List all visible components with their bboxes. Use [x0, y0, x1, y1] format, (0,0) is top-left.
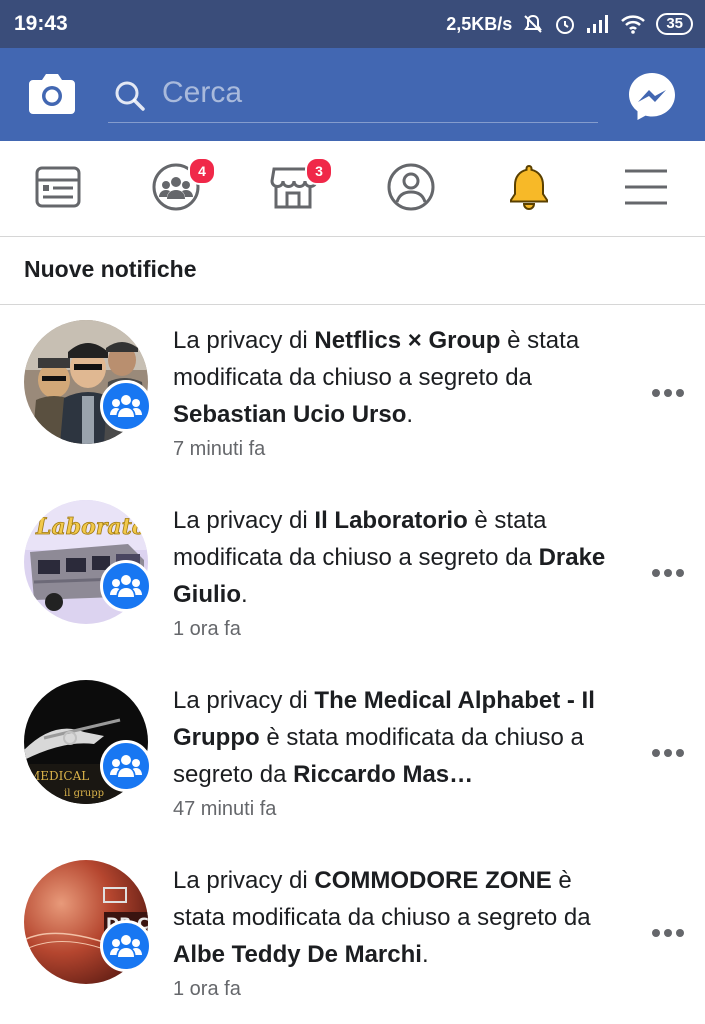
camera-icon[interactable]	[27, 70, 77, 116]
notification-item[interactable]: La privacy di Netflics × Group è stata m…	[0, 304, 705, 484]
section-title: Nuove notifiche	[24, 256, 197, 282]
notification-text: La privacy di Netflics × Group è stata m…	[173, 327, 580, 428]
battery-icon: 35	[656, 13, 693, 35]
tab-groups[interactable]: 4	[150, 157, 216, 213]
tab-profile[interactable]	[385, 161, 437, 213]
more-options-icon[interactable]	[652, 926, 686, 940]
app-bar: Cerca	[0, 48, 705, 141]
menu-icon	[625, 169, 667, 205]
alarm-icon	[556, 16, 575, 34]
notification-time: 7 minuti fa	[173, 438, 266, 460]
svg-text:MEDICAL: MEDICAL	[28, 769, 89, 783]
notification-text: La privacy di COMMODORE ZONE è stata mod…	[173, 867, 591, 968]
groups-icon	[110, 575, 142, 597]
notification-time: 1 ora fa	[173, 618, 241, 640]
search-field[interactable]: Cerca	[108, 72, 598, 123]
marketplace-badge: 3	[305, 157, 333, 185]
group-name: Il Laboratorio	[314, 507, 468, 534]
group-badge	[100, 560, 152, 612]
search-icon	[115, 81, 145, 111]
groups-badge: 4	[188, 157, 216, 185]
groups-icon	[110, 395, 142, 417]
groups-icon	[110, 935, 142, 957]
tab-notifications[interactable]	[503, 161, 555, 213]
group-badge	[100, 920, 152, 972]
mute-icon	[524, 14, 543, 33]
net-speed: 2,5KB/s	[446, 13, 513, 34]
signal-icon	[587, 15, 609, 33]
notifications-bell-icon	[510, 164, 548, 210]
notification-text: La privacy di The Medical Alphabet - Il …	[173, 687, 595, 788]
news-feed-icon	[35, 166, 81, 208]
svg-text:Laborato: Laborato	[35, 514, 146, 540]
messenger-icon[interactable]	[626, 70, 678, 122]
group-name: COMMODORE ZONE	[314, 867, 552, 894]
status-time: 19:43	[14, 12, 68, 35]
search-input[interactable]: Cerca	[162, 76, 242, 110]
tab-menu[interactable]	[620, 161, 672, 213]
user-name: Albe Teddy De Marchi	[173, 941, 422, 968]
tab-news-feed[interactable]	[33, 161, 85, 213]
more-options-icon[interactable]	[652, 566, 686, 580]
status-icons: 2,5KB/s 35	[446, 10, 693, 38]
notification-item[interactable]: MEDICAL il grupp La privacy di The Medic…	[0, 664, 705, 844]
notification-time: 47 minuti fa	[173, 798, 277, 820]
notification-time: 1 ora fa	[173, 978, 241, 1000]
wifi-icon	[621, 15, 646, 34]
profile-icon	[387, 163, 435, 211]
more-options-icon[interactable]	[652, 386, 686, 400]
tab-marketplace[interactable]: 3	[267, 157, 333, 213]
group-name: Netflics × Group	[314, 327, 501, 354]
user-name: Riccardo Mas…	[293, 761, 474, 788]
notification-item[interactable]: Laborato La privacy di Il Laboratorio è …	[0, 484, 705, 664]
notification-text: La privacy di Il Laboratorio è stata mod…	[173, 507, 606, 608]
svg-text:il grupp: il grupp	[64, 788, 104, 799]
group-badge	[100, 380, 152, 432]
notification-item[interactable]: DR C La privacy di COMMODORE ZONE è stat…	[0, 844, 705, 1024]
groups-icon	[110, 755, 142, 777]
status-bar: 19:43 2,5KB/s 35	[0, 0, 705, 48]
user-name: Sebastian Ucio Urso	[173, 401, 407, 428]
group-badge	[100, 740, 152, 792]
tab-bar: 4 3	[0, 141, 705, 237]
more-options-icon[interactable]	[652, 746, 686, 760]
